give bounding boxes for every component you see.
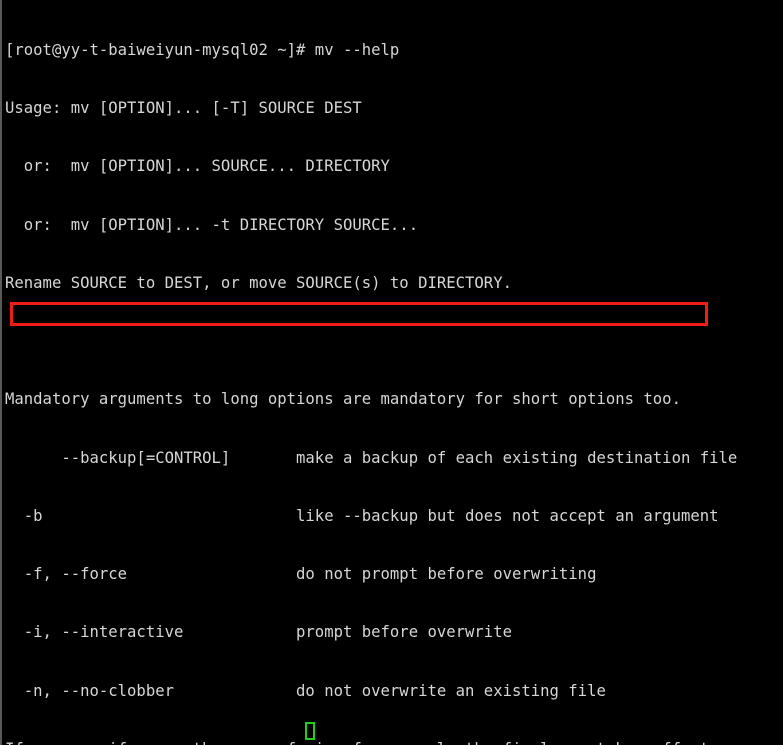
- terminal-line-opt-force: -f, --force do not prompt before overwri…: [5, 565, 597, 584]
- terminal-line-opt-no-clobber: -n, --no-clobber do not overwrite an exi…: [5, 681, 606, 700]
- terminal-line-usage-alt2: or: mv [OPTION]... -t DIRECTORY SOURCE..…: [5, 215, 419, 234]
- terminal-line-command: [root@yy-t-baiweiyun-mysql02 ~]# mv --he…: [5, 40, 400, 59]
- terminal-line-usage-alt1: or: mv [OPTION]... SOURCE... DIRECTORY: [5, 157, 390, 176]
- terminal-line-opt-interactive: -i, --interactive prompt before overwrit…: [5, 623, 512, 642]
- terminal-line-mandatory-note: Mandatory arguments to long options are …: [5, 390, 681, 409]
- terminal-output[interactable]: [root@yy-t-baiweiyun-mysql02 ~]# mv --he…: [5, 2, 783, 745]
- terminal-cursor: [305, 722, 315, 740]
- terminal-line-usage: Usage: mv [OPTION]... [-T] SOURCE DEST: [5, 99, 362, 118]
- terminal-line-final-one-note: If you specify more than one of -i, -f, …: [5, 740, 783, 745]
- terminal-line-opt-backup: --backup[=CONTROL] make a backup of each…: [5, 448, 738, 467]
- terminal-line-summary: Rename SOURCE to DEST, or move SOURCE(s)…: [5, 273, 512, 292]
- terminal-line-blank-1: [5, 332, 783, 351]
- terminal-line-opt-b: -b like --backup but does not accept an …: [5, 506, 719, 525]
- terminal-window[interactable]: [root@yy-t-baiweiyun-mysql02 ~]# mv --he…: [0, 0, 783, 745]
